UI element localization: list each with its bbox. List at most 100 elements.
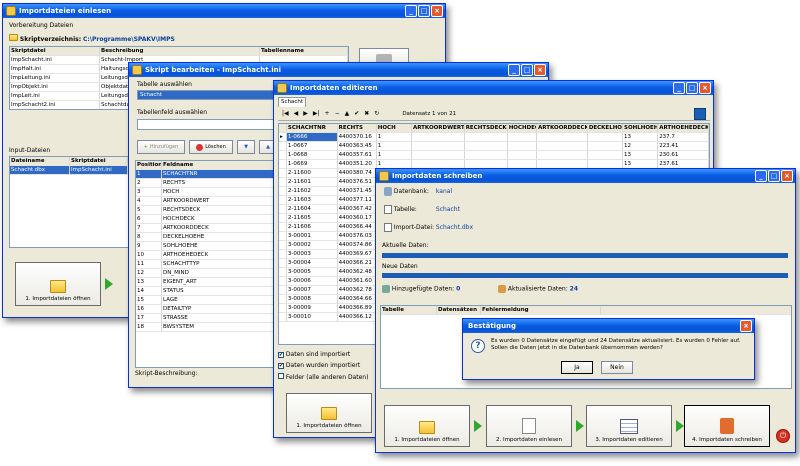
cell[interactable]: 3-00009 xyxy=(287,304,338,312)
col-header[interactable]: Skriptdatei xyxy=(10,47,100,55)
cell[interactable] xyxy=(465,133,508,141)
no-button[interactable]: Nein xyxy=(601,361,633,374)
yes-button[interactable]: Ja xyxy=(561,361,593,374)
cell[interactable] xyxy=(412,133,465,141)
cell[interactable]: 4400369.67 xyxy=(338,250,377,258)
cell[interactable]: 2-11604 xyxy=(287,205,338,213)
step2-read-button[interactable]: 2. Importdaten einlesen xyxy=(486,405,572,447)
cell[interactable] xyxy=(537,133,588,141)
cell[interactable]: 13 xyxy=(623,151,659,159)
cell[interactable]: 1 xyxy=(377,151,412,159)
cell[interactable]: 3-00001 xyxy=(287,232,338,240)
step1-open-button[interactable]: 1. Importdateien öffnen xyxy=(15,262,101,306)
cell[interactable] xyxy=(537,142,588,150)
field-row[interactable]: 14 STATUS xyxy=(136,287,274,296)
cell[interactable]: 3-00004 xyxy=(287,259,338,267)
field-row[interactable]: 18 BWSYSTEM xyxy=(136,323,274,332)
cell[interactable]: 2-11605 xyxy=(287,214,338,222)
save-icon[interactable] xyxy=(694,108,706,120)
cell[interactable]: 4400360.17 xyxy=(338,214,377,222)
col-header[interactable]: ARTKOORDDECK xyxy=(537,124,588,132)
cell[interactable]: 3-00008 xyxy=(287,295,338,303)
cell[interactable]: 4400366.44 xyxy=(338,223,377,231)
field-row[interactable]: 1 SCHACHTNR xyxy=(136,170,274,179)
col-header[interactable]: ARTHOEHEDECK xyxy=(658,124,709,132)
field-row[interactable]: 6 HOCHDECK xyxy=(136,215,274,224)
cell[interactable] xyxy=(588,133,623,141)
col-header[interactable]: HOCH xyxy=(377,124,412,132)
step1-open-button[interactable]: 1. Importdateien öffnen xyxy=(286,393,372,433)
up-button[interactable]: ▲ xyxy=(345,110,350,117)
cell[interactable]: 1-0669 xyxy=(287,160,338,168)
cell[interactable]: 2-11603 xyxy=(287,196,338,204)
cell[interactable]: 223.41 xyxy=(658,142,709,150)
cell[interactable]: 4400371.45 xyxy=(338,187,377,195)
cell[interactable] xyxy=(508,160,538,168)
field-row[interactable]: 3 HOCH xyxy=(136,188,274,197)
cell[interactable]: 4400374.86 xyxy=(338,241,377,249)
close-button[interactable]: × xyxy=(781,170,793,182)
cell[interactable]: 2-11601 xyxy=(287,178,338,186)
cell[interactable]: 3-00007 xyxy=(287,286,338,294)
cell[interactable]: 4400366.89 xyxy=(338,304,377,312)
table-row[interactable]: ▸ 1-0666 4400370.16 1 13 237.7 xyxy=(279,133,709,142)
cell[interactable]: 4400367.42 xyxy=(338,205,377,213)
cell[interactable] xyxy=(465,160,508,168)
cell[interactable]: 4400361.60 xyxy=(338,277,377,285)
close-button[interactable]: × xyxy=(740,320,752,332)
tab-schacht[interactable]: Schacht xyxy=(278,97,306,107)
cell[interactable]: 1-0668 xyxy=(287,151,338,159)
col-header[interactable]: Fehlermeldung xyxy=(481,306,601,314)
cell[interactable]: 4400376.51 xyxy=(338,178,377,186)
checkbox[interactable]: ✔ xyxy=(278,363,284,369)
cell[interactable]: 1-0666 xyxy=(286,133,338,141)
close-button[interactable]: × xyxy=(699,82,711,94)
maximize-button[interactable]: □ xyxy=(686,82,698,94)
minimize-button[interactable]: _ xyxy=(673,82,685,94)
cell[interactable]: 1-0667 xyxy=(287,142,338,150)
cell[interactable] xyxy=(465,142,508,150)
cell[interactable]: 4400370.16 xyxy=(338,133,377,141)
move-down-button[interactable]: ▼ xyxy=(237,140,255,154)
field-row[interactable]: 5 RECHTSDECK xyxy=(136,206,274,215)
col-header[interactable]: Feldname xyxy=(162,161,274,169)
col-header[interactable]: RECHTSDECK xyxy=(465,124,508,132)
insert-button[interactable]: + xyxy=(325,110,330,117)
col-header[interactable]: ARTKOORDWERT xyxy=(412,124,465,132)
step4-write-button[interactable]: 4. Importdaten schreiben xyxy=(684,405,770,447)
cell[interactable]: 2-11606 xyxy=(287,223,338,231)
cell[interactable]: 230.61 xyxy=(658,151,709,159)
cell[interactable] xyxy=(465,151,508,159)
cell[interactable] xyxy=(412,151,465,159)
cell[interactable] xyxy=(508,151,538,159)
cell[interactable]: 1 xyxy=(377,142,412,150)
col-header[interactable]: Dateiname xyxy=(10,157,70,165)
field-row[interactable]: 17 STRASSE xyxy=(136,314,274,323)
cell[interactable]: 4400380.74 xyxy=(338,169,377,177)
table-row[interactable]: Schacht.dbx ImpSchacht.ini xyxy=(10,166,128,175)
cell[interactable]: 12 xyxy=(623,142,659,150)
delete-button[interactable]: Löschen xyxy=(189,140,233,154)
input-files-list[interactable]: Dateiname Skriptdatei Schacht.dbx ImpSchac… xyxy=(9,156,129,248)
cell[interactable]: 13 xyxy=(623,160,659,168)
add-button[interactable]: + Hinzufügen xyxy=(137,140,185,154)
cell[interactable]: 4400357.61 xyxy=(338,151,377,159)
maximize-button[interactable]: □ xyxy=(768,170,780,182)
col-header[interactable]: SCHACHTNR xyxy=(287,124,338,132)
checkbox[interactable] xyxy=(278,373,284,379)
cell[interactable]: 4400363.45 xyxy=(338,142,377,150)
close-button[interactable]: × xyxy=(431,5,443,17)
field-row[interactable]: 4 ARTKOORDWERT xyxy=(136,197,274,206)
cell[interactable]: 3-00003 xyxy=(287,250,338,258)
cell[interactable]: 4400377.11 xyxy=(338,196,377,204)
exit-button[interactable]: ⏻ xyxy=(776,429,790,443)
cell[interactable]: 13 xyxy=(623,133,659,141)
table-row[interactable]: 1-0668 4400357.61 1 13 230.61 xyxy=(279,151,709,160)
field-select[interactable] xyxy=(137,119,277,130)
field-row[interactable]: 7 ARTKOORDDECK xyxy=(136,224,274,233)
col-header[interactable]: Tabelle xyxy=(381,306,437,314)
field-row[interactable]: 9 SOHLHOEHE xyxy=(136,242,274,251)
cancel-button[interactable]: ✖ xyxy=(364,110,369,117)
table-select[interactable]: Schacht xyxy=(137,90,277,100)
maximize-button[interactable]: □ xyxy=(521,64,533,76)
